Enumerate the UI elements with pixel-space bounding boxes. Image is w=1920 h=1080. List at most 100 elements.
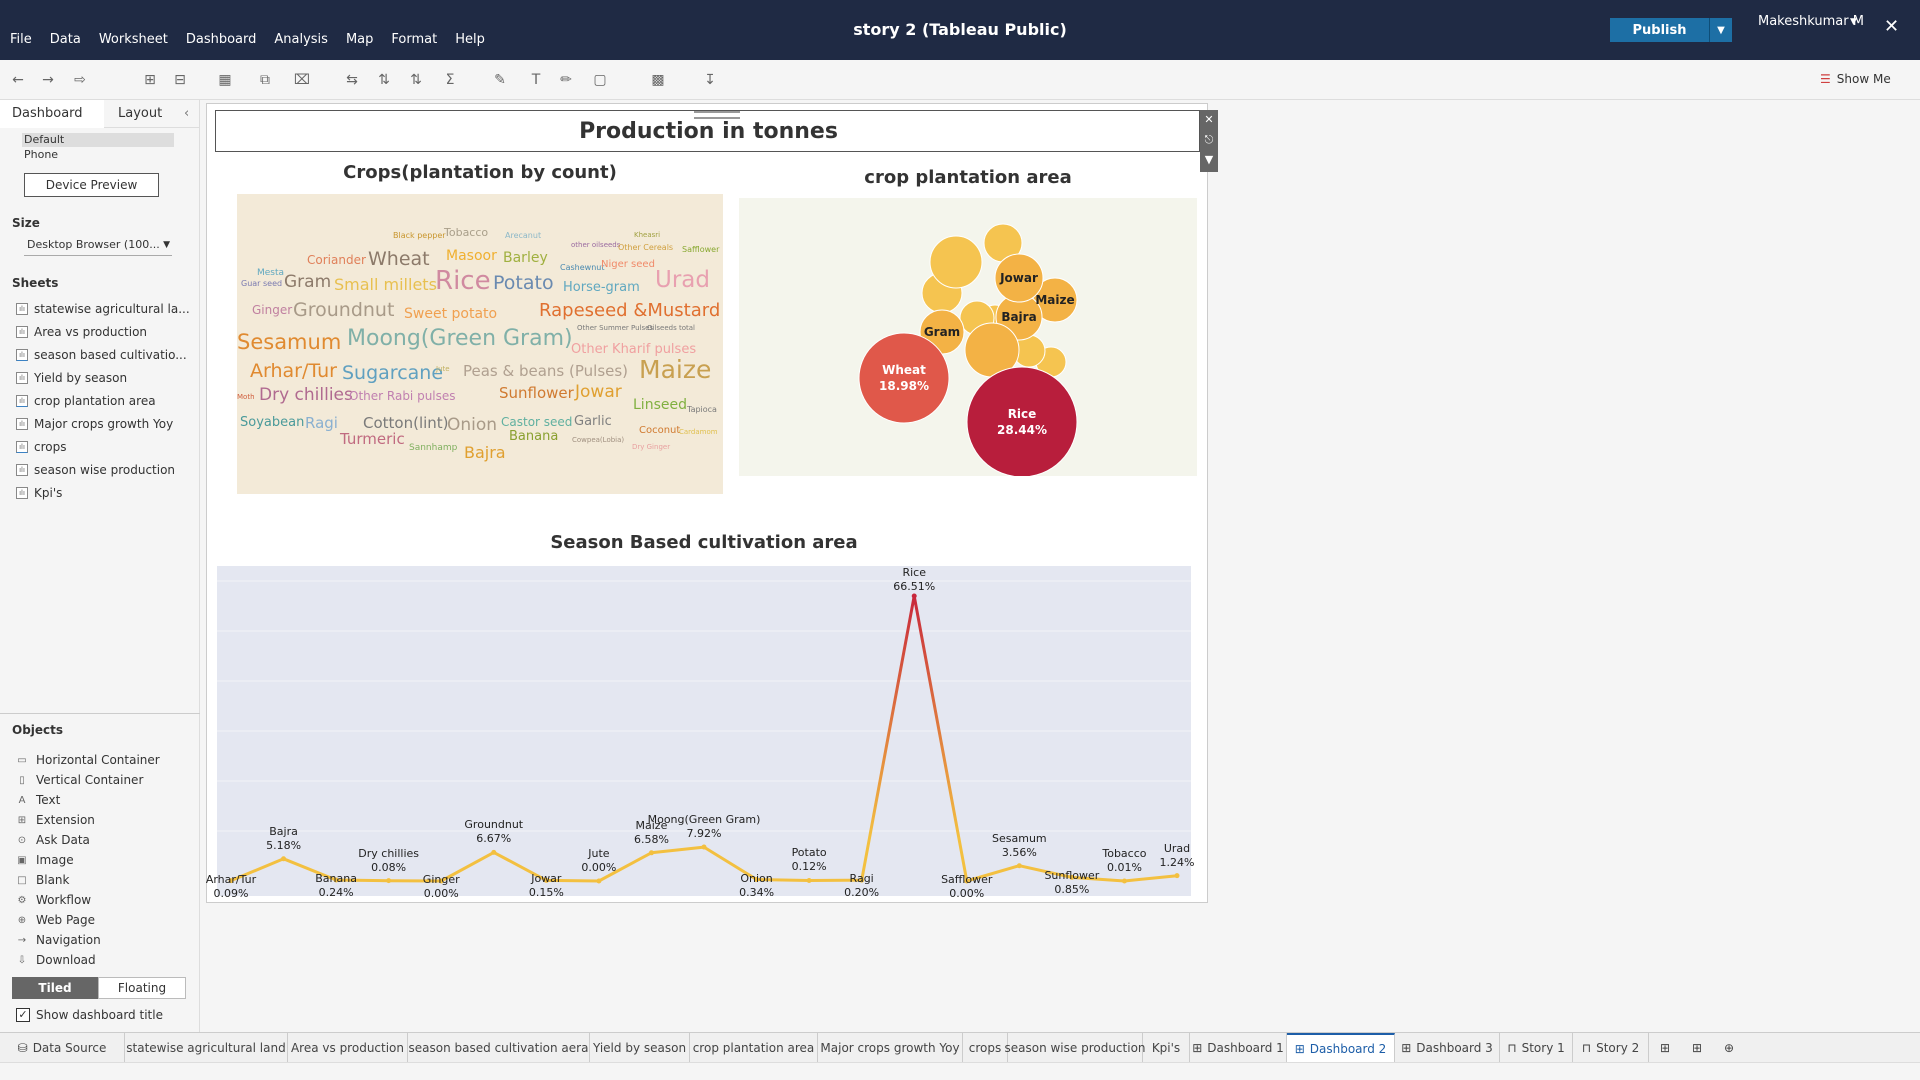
tiled-button[interactable]: Tiled	[12, 977, 98, 999]
text-icon[interactable]: T	[526, 70, 546, 90]
sheet-tab[interactable]: statewise agricultural land	[125, 1033, 288, 1063]
wordcloud-word[interactable]: Mesta	[257, 269, 284, 278]
object-item[interactable]: ⊙ Ask Data	[16, 831, 90, 849]
sheet-item[interactable]: ılı Major crops growth Yoy	[16, 415, 196, 433]
wordcloud-word[interactable]: Jute	[436, 366, 450, 373]
drag-handle[interactable]	[694, 111, 740, 119]
wordcloud-word[interactable]: Kheasri	[634, 232, 660, 239]
object-item[interactable]: ⚙ Workflow	[16, 891, 92, 909]
data-point[interactable]	[648, 850, 654, 856]
publish-button[interactable]: Publish	[1610, 18, 1710, 42]
sheet-tab[interactable]: Kpi's	[1143, 1033, 1190, 1063]
sheet-tab[interactable]: season based cultivation aera	[408, 1033, 590, 1063]
wordcloud-word[interactable]: Wheat	[368, 250, 430, 269]
wordcloud-word[interactable]: Tapioca	[687, 406, 717, 414]
sort-ascending-icon[interactable]: ⇅	[374, 70, 394, 90]
data-point[interactable]	[281, 856, 287, 862]
wordcloud-word[interactable]: Horse-gram	[563, 281, 640, 294]
wordcloud-word[interactable]: Peas & beans (Pulses)	[463, 364, 628, 379]
line-chart[interactable]: Arhar/Tur 0.09% Bajra 5.18% Banana 0.24% Dry c…	[206, 566, 1194, 900]
sheet-tab[interactable]: ⊓ Story 1	[1500, 1033, 1573, 1063]
sheet-item[interactable]: ılı season based cultivatio...	[16, 346, 196, 364]
wordcloud-word[interactable]: Dry Ginger	[632, 444, 670, 451]
sheet-tab[interactable]: ⊞ Dashboard 2	[1287, 1033, 1395, 1063]
object-item[interactable]: □ Blank	[16, 871, 69, 889]
bubble[interactable]	[929, 235, 983, 289]
wordcloud-word[interactable]: Cowpea(Lobia)	[572, 437, 624, 444]
wordcloud-word[interactable]: Rapeseed &Mustard	[539, 302, 720, 320]
wordcloud-word[interactable]: Safflower	[682, 246, 719, 254]
pause-updates-icon[interactable]: ⊟	[170, 70, 190, 90]
wordcloud-word[interactable]: Castor seed	[501, 416, 572, 428]
new-dashboard-icon[interactable]: ⊞	[1681, 1033, 1713, 1063]
wordcloud-word[interactable]: Ginger	[252, 304, 292, 316]
wordcloud-word[interactable]: Niger seed	[601, 260, 655, 270]
fit-icon[interactable]: ▢	[590, 70, 610, 90]
wordcloud-word[interactable]: Small millets	[334, 277, 437, 293]
undo-icon[interactable]: ←	[8, 70, 28, 90]
tab-dashboard[interactable]: Dashboard	[0, 100, 104, 128]
bubble[interactable]	[966, 366, 1078, 478]
object-item[interactable]: → Navigation	[16, 931, 101, 949]
bubble-chart[interactable]: Rice 28.44% Wheat 18.98% Jowar Maize Bajra Gram	[739, 198, 1197, 478]
wordcloud-word[interactable]: Rice	[435, 268, 491, 294]
publish-dropdown-button[interactable]: ▼	[1710, 18, 1732, 42]
object-item[interactable]: ⊞ Extension	[16, 811, 95, 829]
wordcloud-word[interactable]: Banana	[509, 430, 558, 443]
wordcloud-word[interactable]: Barley	[503, 251, 548, 265]
pin-icon[interactable]: ⎋	[1200, 130, 1218, 150]
object-item[interactable]: ⇩ Download	[16, 951, 96, 969]
menu-item-analysis[interactable]: Analysis	[274, 32, 328, 47]
sheet-tab[interactable]: crop plantation area	[690, 1033, 818, 1063]
wordcloud-word[interactable]: Guar seed	[241, 280, 282, 288]
wordcloud-word[interactable]: Sesamum	[237, 332, 341, 353]
wordcloud-word[interactable]: Arhar/Tur	[250, 362, 337, 381]
user-menu[interactable]: Makeshkumar M ▼	[1758, 14, 1868, 30]
wordcloud-word[interactable]: Sweet potato	[404, 307, 497, 321]
wordcloud-chart[interactable]: Black pepper Tobacco Arecanut Kheasri other …	[237, 194, 723, 494]
floating-button[interactable]: Floating	[98, 977, 186, 999]
new-worksheet-icon[interactable]: ▦	[215, 70, 235, 90]
data-point[interactable]	[1121, 878, 1127, 884]
menu-item-file[interactable]: File	[10, 32, 32, 47]
wordcloud-word[interactable]: Other Summer Pulses	[577, 325, 653, 332]
wordcloud-word[interactable]: Linseed	[633, 398, 687, 412]
sort-descending-icon[interactable]: ⇅	[406, 70, 426, 90]
sheet-tab[interactable]: ⊞ Dashboard 3	[1395, 1033, 1500, 1063]
menu-item-data[interactable]: Data	[50, 32, 81, 47]
device-preview-button[interactable]: Device Preview	[24, 173, 159, 197]
sheet-item[interactable]: ılı Yield by season	[16, 369, 196, 387]
wordcloud-word[interactable]: Moth	[237, 394, 255, 401]
wordcloud-word[interactable]: Cotton(lint)	[363, 416, 449, 431]
sheet-tab[interactable]: ⊓ Story 2	[1573, 1033, 1649, 1063]
show-me-button[interactable]: ☰ Show Me	[1820, 72, 1891, 86]
sheet-item[interactable]: ılı crop plantation area	[16, 392, 196, 410]
new-worksheet-icon[interactable]: ⊞	[1649, 1033, 1681, 1063]
data-point[interactable]	[491, 849, 497, 855]
data-point[interactable]	[1016, 863, 1022, 869]
chart-type-icon[interactable]: ▩	[648, 70, 668, 90]
wordcloud-word[interactable]: Other Rabi pulses	[349, 390, 456, 402]
dashboard-canvas[interactable]: Production in tonnes ✕ ⎋ ▼ Crops(plantat…	[206, 103, 1218, 903]
wordcloud-word[interactable]: Turmeric	[340, 432, 405, 447]
format-icon[interactable]: ✏	[556, 70, 576, 90]
sheet-tab[interactable]: ⛁ Data Source	[0, 1033, 125, 1063]
data-point[interactable]	[1174, 873, 1180, 879]
sheet-item[interactable]: ılı statewise agricultural la...	[16, 300, 196, 318]
replay-icon[interactable]: ⇨	[70, 70, 90, 90]
wordcloud-word[interactable]: Coriander	[307, 254, 366, 266]
data-point[interactable]	[701, 844, 707, 850]
swap-icon[interactable]: ⇆	[342, 70, 362, 90]
wordcloud-word[interactable]: Oilseeds total	[647, 325, 695, 332]
wordcloud-word[interactable]: Urad	[655, 269, 710, 292]
data-point[interactable]	[386, 878, 392, 884]
data-point[interactable]	[806, 877, 812, 883]
menu-item-worksheet[interactable]: Worksheet	[99, 32, 168, 47]
sheet-item[interactable]: ılı crops	[16, 438, 196, 456]
collapse-panel-icon[interactable]: ‹	[184, 106, 189, 121]
wordcloud-word[interactable]: Arecanut	[505, 232, 541, 240]
wordcloud-word[interactable]: Sugarcane	[342, 364, 443, 383]
bubble[interactable]	[858, 332, 950, 424]
wordcloud-word[interactable]: Maize	[639, 357, 711, 382]
menu-item-format[interactable]: Format	[391, 32, 437, 47]
